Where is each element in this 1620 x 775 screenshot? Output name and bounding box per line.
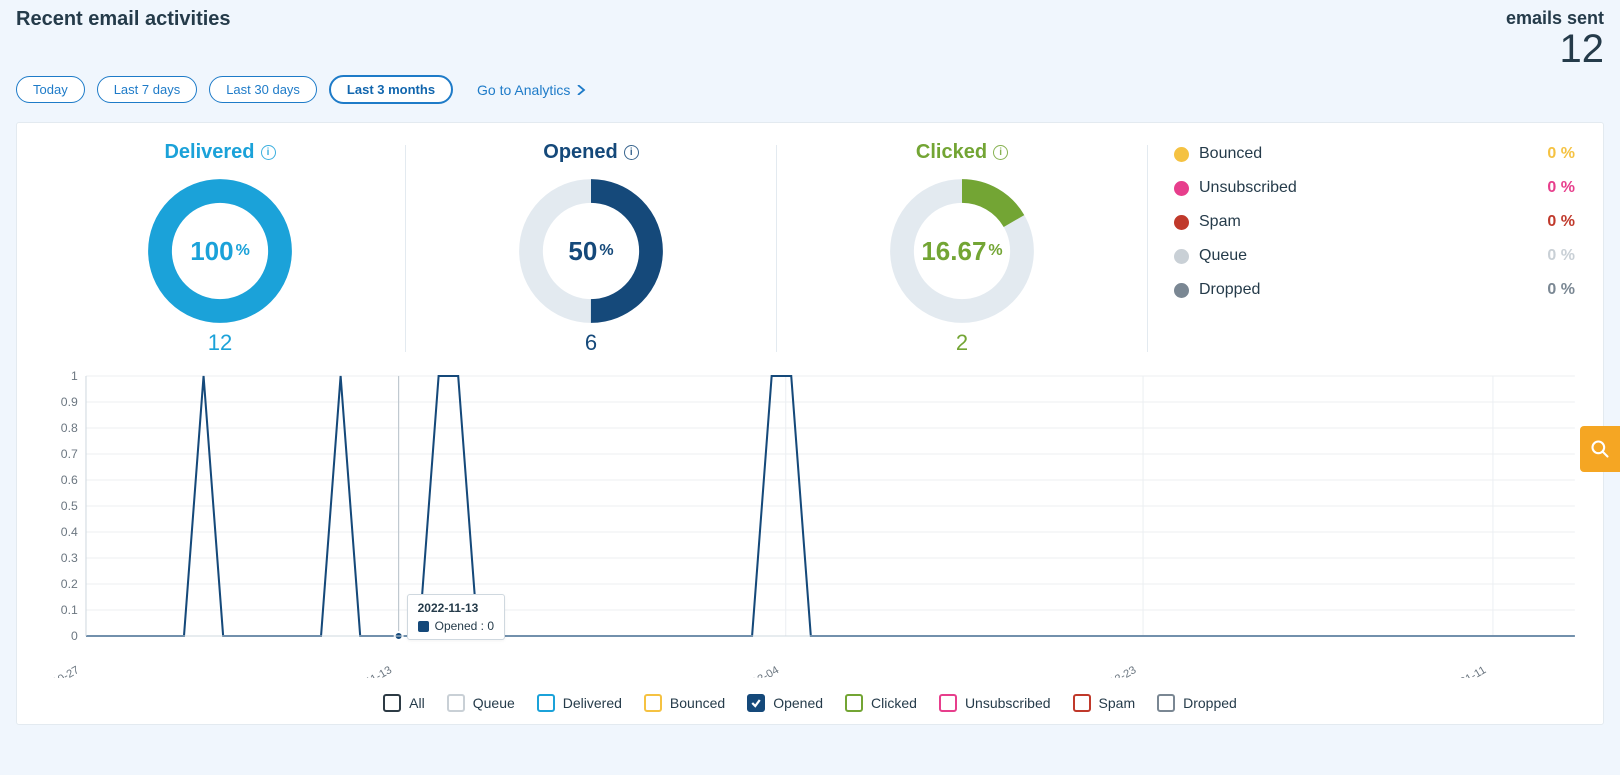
- series-toggle-label: Delivered: [563, 695, 622, 711]
- opened-count: 6: [416, 330, 766, 356]
- stat-dot: [1174, 181, 1189, 196]
- clicked-title: Clicked i: [916, 141, 1008, 164]
- y-tick-label: 0.6: [61, 473, 78, 487]
- clicked-count: 2: [787, 330, 1137, 356]
- y-tick-label: 0.9: [61, 395, 78, 409]
- tooltip-swatch: [418, 621, 429, 632]
- search-tab[interactable]: [1580, 426, 1620, 472]
- x-tick-label: 2022-12-04: [725, 664, 781, 678]
- series-toggle-label: All: [409, 695, 425, 711]
- emails-sent-label: emails sent: [1506, 8, 1604, 29]
- search-icon: [1590, 439, 1610, 459]
- stat-label: Bounced: [1199, 145, 1262, 163]
- y-tick-label: 0.8: [61, 421, 78, 435]
- x-tick-label: 2023-01-11: [1433, 664, 1488, 678]
- y-tick-label: 0.4: [61, 525, 78, 539]
- series-toggle-label: Opened: [773, 695, 823, 711]
- x-tick-label: 2022-10-27: [35, 664, 81, 678]
- delivered-count: 12: [45, 330, 395, 356]
- chevron-right-icon: [576, 85, 586, 95]
- clicked-panel: Clicked i 16.67% 2: [777, 141, 1147, 356]
- time-series-chart[interactable]: 0 0.1 0.2 0.3 0.4 0.5 0.6 0.7 0.8 0.9 1 2022-10-27 2…: [35, 368, 1585, 678]
- x-tick-label: 2022-11-13: [339, 664, 394, 678]
- stat-label: Dropped: [1199, 281, 1260, 299]
- series-toggle-label: Spam: [1099, 695, 1136, 711]
- series-toggle[interactable]: Delivered: [537, 694, 622, 712]
- series-toggle[interactable]: Bounced: [644, 694, 725, 712]
- series-toggle-label: Queue: [473, 695, 515, 711]
- stat-label: Unsubscribed: [1199, 179, 1297, 197]
- tooltip-series: Opened : 0: [435, 619, 494, 633]
- page-title: Recent email activities: [16, 8, 231, 31]
- stat-dot: [1174, 215, 1189, 230]
- y-tick-label: 0.5: [61, 499, 78, 513]
- stat-value: 0 %: [1547, 213, 1575, 231]
- delivered-title-label: Delivered: [164, 141, 254, 164]
- series-toggle-label: Unsubscribed: [965, 695, 1051, 711]
- delivered-donut: 100%: [145, 176, 295, 326]
- stats-row: Delivered i 100% 12 Opened: [35, 141, 1585, 356]
- info-icon[interactable]: i: [993, 145, 1008, 160]
- stat-dot: [1174, 147, 1189, 162]
- opened-title: Opened i: [543, 141, 638, 164]
- y-tick-label: 0: [71, 629, 78, 643]
- delivered-percent: 100%: [145, 176, 295, 326]
- side-stat-row: Spam 0 %: [1174, 213, 1575, 231]
- stat-value: 0 %: [1547, 281, 1575, 299]
- stat-value: 0 %: [1547, 247, 1575, 265]
- series-toggle-label: Bounced: [670, 695, 725, 711]
- clicked-percent: 16.67%: [887, 176, 1037, 326]
- y-tick-label: 0.3: [61, 551, 78, 565]
- emails-sent-count: 12: [1506, 29, 1604, 69]
- side-stat-row: Bounced 0 %: [1174, 145, 1575, 163]
- go-to-analytics-link[interactable]: Go to Analytics: [477, 82, 586, 98]
- stat-label: Spam: [1199, 213, 1241, 231]
- stat-value: 0 %: [1547, 179, 1575, 197]
- opened-panel: Opened i 50% 6: [406, 141, 776, 356]
- range-pill[interactable]: Today: [16, 76, 85, 103]
- y-tick-label: 0.1: [61, 603, 78, 617]
- activity-card: Delivered i 100% 12 Opened: [16, 122, 1604, 725]
- side-stats: Bounced 0 % Unsubscribed 0 % Spam 0 % Qu…: [1148, 141, 1585, 356]
- series-toggle-label: Clicked: [871, 695, 917, 711]
- side-stat-row: Unsubscribed 0 %: [1174, 179, 1575, 197]
- range-pill[interactable]: Last 7 days: [97, 76, 198, 103]
- chart-tooltip: 2022-11-13 Opened : 0: [407, 594, 505, 640]
- opened-donut: 50%: [516, 176, 666, 326]
- series-toggle[interactable]: Dropped: [1157, 694, 1237, 712]
- range-pill[interactable]: Last 3 months: [329, 75, 453, 104]
- tooltip-date: 2022-11-13: [418, 601, 494, 615]
- series-toggle[interactable]: Queue: [447, 694, 515, 712]
- opened-percent: 50%: [516, 176, 666, 326]
- side-stat-row: Dropped 0 %: [1174, 281, 1575, 299]
- series-toggle[interactable]: All: [383, 694, 425, 712]
- stat-value: 0 %: [1547, 145, 1575, 163]
- emails-sent-summary: emails sent 12: [1506, 8, 1604, 69]
- info-icon[interactable]: i: [261, 145, 276, 160]
- stat-dot: [1174, 283, 1189, 298]
- opened-title-label: Opened: [543, 141, 617, 164]
- x-tick-label: 2022-12-23: [1083, 664, 1139, 678]
- y-tick-label: 0.2: [61, 577, 78, 591]
- series-toggle[interactable]: Clicked: [845, 694, 917, 712]
- stat-label: Queue: [1199, 247, 1247, 265]
- series-toggle[interactable]: Spam: [1073, 694, 1136, 712]
- range-controls: Today Last 7 days Last 30 days Last 3 month…: [16, 75, 1604, 104]
- delivered-panel: Delivered i 100% 12: [35, 141, 405, 356]
- clicked-title-label: Clicked: [916, 141, 987, 164]
- y-tick-label: 1: [71, 369, 78, 383]
- info-icon[interactable]: i: [624, 145, 639, 160]
- series-legend: All Queue Delivered Bounced Opened Clicked Uns…: [35, 688, 1585, 716]
- clicked-donut: 16.67%: [887, 176, 1037, 326]
- range-pill[interactable]: Last 30 days: [209, 76, 317, 103]
- series-toggle-label: Dropped: [1183, 695, 1237, 711]
- series-toggle[interactable]: Unsubscribed: [939, 694, 1051, 712]
- side-stat-row: Queue 0 %: [1174, 247, 1575, 265]
- delivered-title: Delivered i: [164, 141, 275, 164]
- stat-dot: [1174, 249, 1189, 264]
- series-toggle[interactable]: Opened: [747, 694, 823, 712]
- y-tick-label: 0.7: [61, 447, 78, 461]
